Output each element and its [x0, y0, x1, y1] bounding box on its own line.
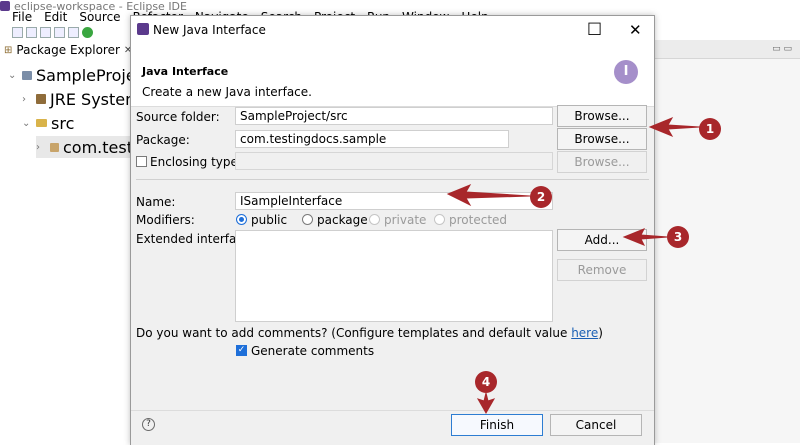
step-badge-1: 1 [699, 118, 721, 140]
step-badge-4: 4 [475, 371, 497, 393]
arrow-4 [476, 392, 496, 415]
arrow-2 [446, 183, 531, 207]
arrow-1 [648, 116, 701, 138]
step-badge-3: 3 [667, 226, 689, 248]
annotation-arrows [446, 116, 701, 415]
step-badge-2: 2 [530, 186, 552, 208]
arrow-3 [622, 228, 669, 246]
